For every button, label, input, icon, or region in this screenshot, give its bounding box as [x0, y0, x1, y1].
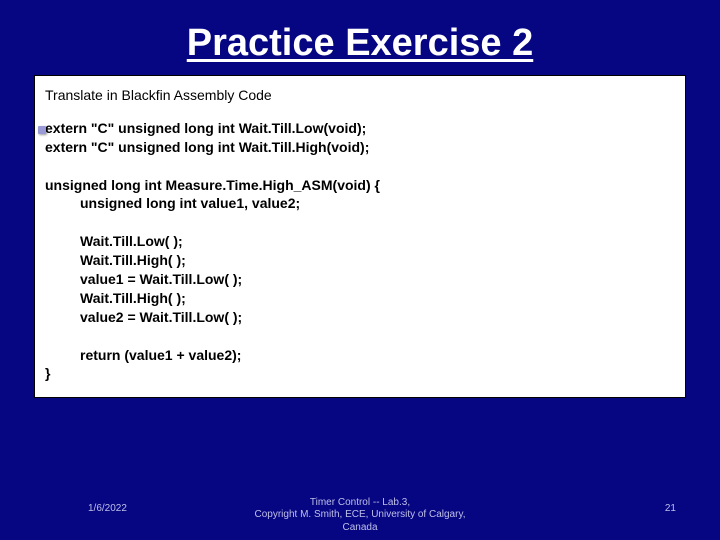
footer-line1: Timer Control -- Lab.3, [310, 497, 410, 508]
footer-line3: Canada [342, 522, 377, 533]
instruction-text: Translate in Blackfin Assembly Code [45, 86, 675, 105]
code-block: extern "C" unsigned long int Wait.Till.L… [45, 119, 675, 383]
footer: 1/6/2022 Timer Control -- Lab.3, Copyrig… [0, 497, 720, 535]
content-box: Translate in Blackfin Assembly Code exte… [34, 75, 686, 398]
footer-line2: Copyright M. Smith, ECE, University of C… [255, 509, 466, 520]
footer-date: 1/6/2022 [88, 503, 127, 514]
bullet-icon [38, 126, 46, 134]
slide-title: Practice Exercise 2 [0, 0, 720, 75]
footer-page-number: 21 [665, 503, 676, 514]
